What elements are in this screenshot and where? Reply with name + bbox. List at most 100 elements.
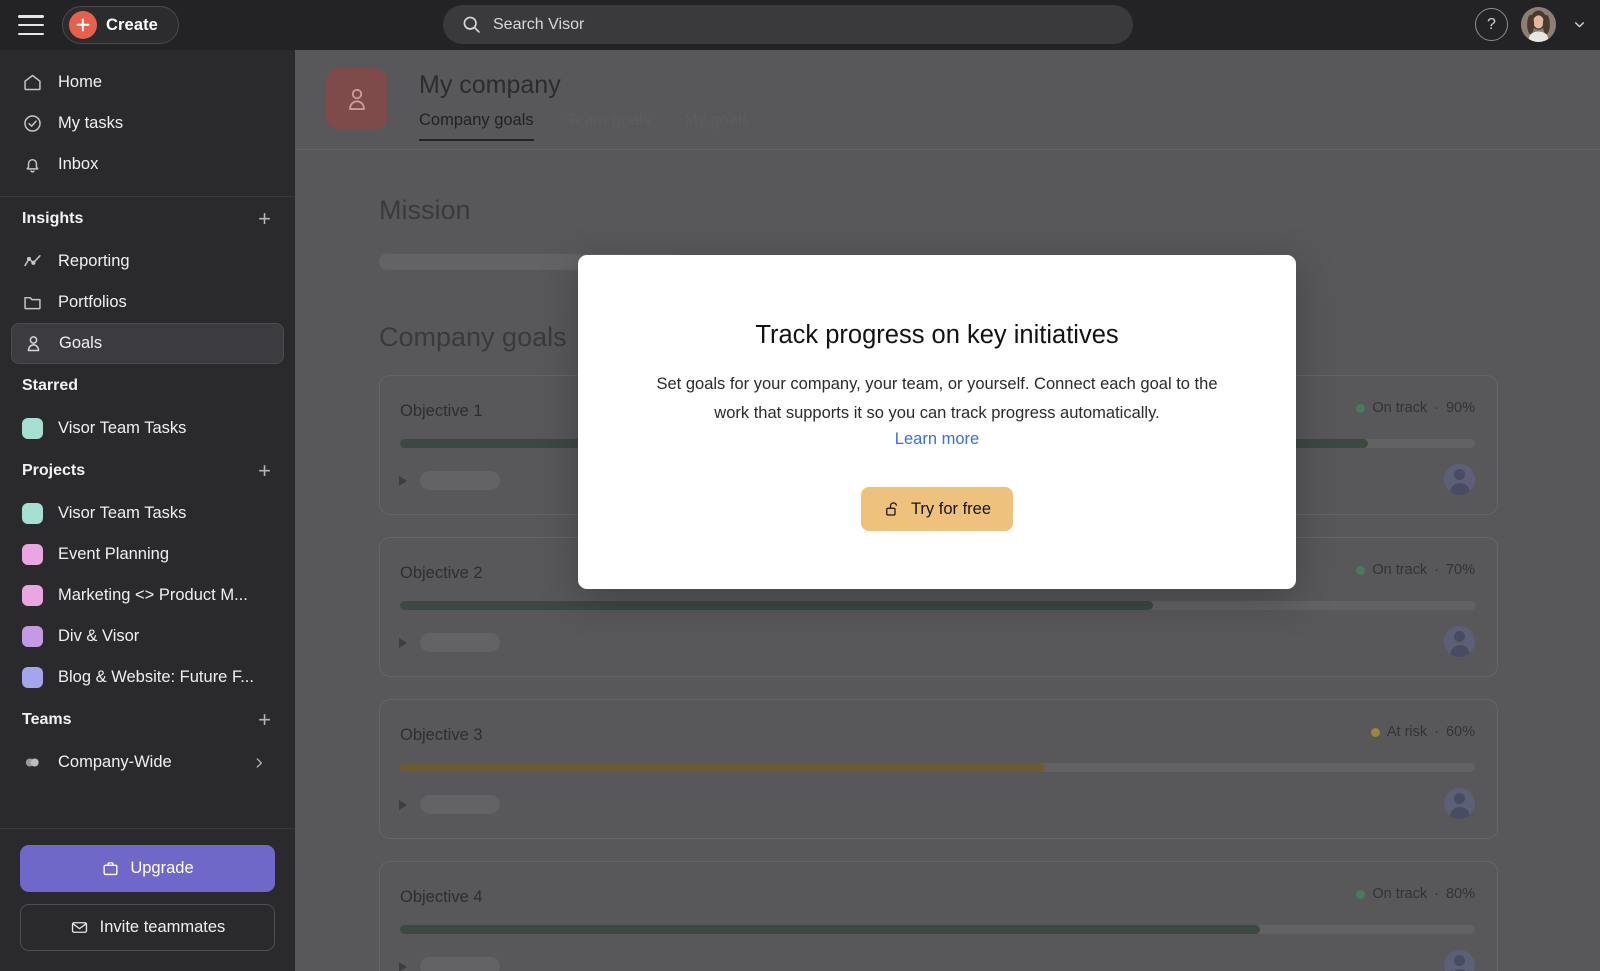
- check-circle-icon: [24, 115, 41, 132]
- app-window: Create Search Visor ? Home My tasks Inbo…: [0, 0, 1600, 971]
- caret-right-icon[interactable]: [399, 799, 407, 810]
- starred-item-visor-team-tasks[interactable]: Visor Team Tasks: [11, 408, 284, 449]
- sidebar-item-label: Home: [58, 73, 103, 91]
- avatar-head: [1454, 631, 1465, 642]
- top-bar: Create Search Visor ?: [0, 0, 1600, 50]
- user-avatar[interactable]: [1521, 7, 1556, 42]
- sidebar-item-goals[interactable]: Goals: [11, 323, 284, 364]
- caret-right-icon[interactable]: [399, 961, 407, 971]
- sidebar-item-portfolios[interactable]: Portfolios: [11, 282, 284, 323]
- search-placeholder: Search Visor: [493, 15, 585, 33]
- avatar-head: [1454, 955, 1465, 966]
- starred-section-header: Starred: [0, 364, 295, 408]
- insights-title: Insights: [22, 210, 84, 227]
- project-item-label: Div & Visor: [58, 627, 140, 645]
- subgoal-placeholder: [420, 795, 500, 814]
- sidebar-item-label: My tasks: [58, 114, 124, 132]
- objective-card[interactable]: Objective 3 At risk · 60%: [379, 699, 1498, 839]
- modal-title: Track progress on key initiatives: [755, 321, 1119, 349]
- owner-avatar[interactable]: [1444, 626, 1475, 657]
- owner-avatar[interactable]: [1444, 464, 1475, 495]
- owner-avatar[interactable]: [1444, 950, 1475, 971]
- sidebar-footer: Upgrade Invite teammates: [0, 828, 295, 971]
- status-label: At risk: [1386, 724, 1428, 740]
- home-icon: [24, 74, 41, 91]
- help-icon: ?: [1487, 15, 1496, 33]
- project-item-label: Marketing <> Product M...: [58, 586, 248, 604]
- objective-expander[interactable]: [399, 471, 500, 490]
- objective-title: Objective 4: [400, 888, 483, 906]
- project-item-blog-website[interactable]: Blog & Website: Future F...: [11, 657, 284, 698]
- status-percent: 80%: [1445, 886, 1475, 902]
- project-item-event-planning[interactable]: Event Planning: [11, 534, 284, 575]
- chart-line-icon: [24, 255, 41, 267]
- invite-teammates-button[interactable]: Invite teammates: [20, 904, 275, 951]
- avatar-image: [1521, 7, 1556, 42]
- projects-title: Projects: [22, 462, 86, 479]
- sidebar-item-home[interactable]: Home: [11, 62, 284, 103]
- add-insight-button[interactable]: +: [258, 208, 271, 230]
- search-input[interactable]: Search Visor: [443, 5, 1133, 44]
- goal-person-icon: [27, 336, 40, 352]
- primary-nav: Home My tasks Inbox: [0, 50, 295, 185]
- status-badge: On track · 80%: [1356, 886, 1475, 902]
- add-team-button[interactable]: +: [258, 709, 271, 731]
- status-badge: On track · 90%: [1356, 400, 1475, 416]
- status-dot: [1370, 727, 1380, 737]
- try-for-free-label: Try for free: [910, 499, 992, 518]
- progress-fill: [400, 763, 1045, 772]
- chevron-right-icon[interactable]: [252, 756, 266, 770]
- two-circles-icon: [25, 758, 39, 767]
- caret-right-icon[interactable]: [399, 475, 407, 486]
- project-color-swatch: [22, 544, 43, 565]
- avatar-body: [1449, 645, 1470, 657]
- hamburger-menu-icon[interactable]: [18, 15, 44, 35]
- project-item-label: Blog & Website: Future F...: [58, 668, 254, 686]
- objective-expander[interactable]: [399, 795, 500, 814]
- objective-card[interactable]: Objective 4 On track · 80%: [379, 861, 1498, 971]
- subgoal-placeholder: [420, 471, 500, 490]
- create-button-label: Create: [106, 15, 158, 34]
- add-project-button[interactable]: +: [258, 460, 271, 482]
- teams-title: Teams: [22, 711, 72, 728]
- project-item-div-visor[interactable]: Div & Visor: [11, 616, 284, 657]
- sidebar-item-my-tasks[interactable]: My tasks: [11, 103, 284, 144]
- tab-company-goals[interactable]: Company goals: [419, 111, 534, 141]
- tab-my-goals[interactable]: My goals: [684, 111, 750, 141]
- team-item-company-wide[interactable]: Company-Wide: [11, 742, 284, 783]
- sidebar-item-inbox[interactable]: Inbox: [11, 144, 284, 185]
- project-item-marketing-product[interactable]: Marketing <> Product M...: [11, 575, 284, 616]
- envelope-icon: [71, 922, 87, 933]
- tab-team-goals[interactable]: Team goals: [567, 111, 651, 141]
- owner-avatar[interactable]: [1444, 788, 1475, 819]
- progress-fill: [400, 925, 1260, 934]
- modal-description: Set goals for your company, your team, o…: [656, 375, 1218, 422]
- project-item-visor-team-tasks[interactable]: Visor Team Tasks: [11, 493, 284, 534]
- unlock-icon: [886, 502, 898, 516]
- page-header: My company Company goals Team goals My g…: [295, 50, 1600, 150]
- try-for-free-button[interactable]: Try for free: [860, 487, 1014, 531]
- status-dot: [1356, 889, 1366, 899]
- subgoal-placeholder: [420, 957, 500, 971]
- sidebar-item-label: Inbox: [58, 155, 99, 173]
- status-dot: [1356, 403, 1366, 413]
- status-percent: 60%: [1445, 724, 1475, 740]
- caret-right-icon[interactable]: [399, 637, 407, 648]
- objective-expander[interactable]: [399, 633, 500, 652]
- learn-more-link[interactable]: Learn more: [895, 430, 979, 449]
- objective-expander[interactable]: [399, 957, 500, 971]
- create-button[interactable]: Create: [62, 6, 179, 44]
- status-separator: ·: [1434, 562, 1439, 578]
- folder-icon: [24, 296, 41, 310]
- status-percent: 70%: [1445, 562, 1475, 578]
- status-separator: ·: [1434, 400, 1439, 416]
- invite-teammates-label: Invite teammates: [99, 918, 226, 936]
- mission-heading: Mission: [379, 195, 471, 225]
- chevron-down-icon[interactable]: [1573, 18, 1586, 31]
- sidebar-item-reporting[interactable]: Reporting: [11, 241, 284, 282]
- status-label: On track: [1372, 886, 1428, 902]
- help-button[interactable]: ?: [1475, 8, 1508, 41]
- status-separator: ·: [1434, 886, 1439, 902]
- starred-item-label: Visor Team Tasks: [58, 419, 187, 437]
- upgrade-button[interactable]: Upgrade: [20, 845, 275, 892]
